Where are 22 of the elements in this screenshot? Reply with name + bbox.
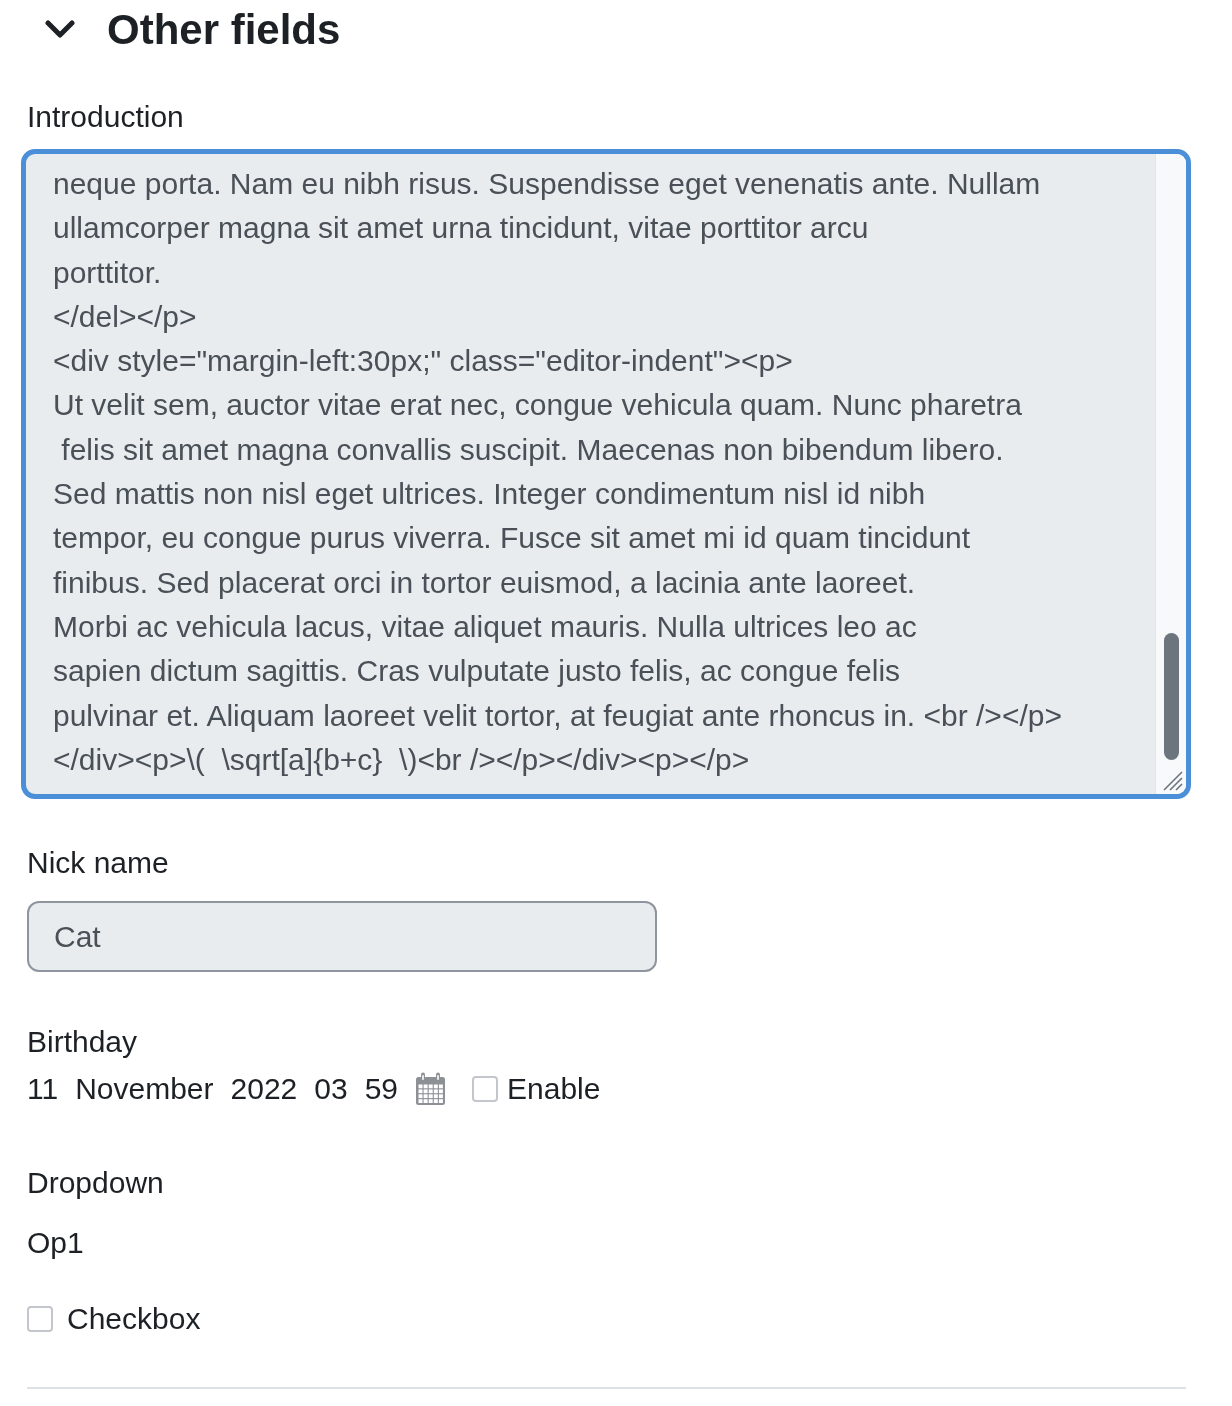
- field-label: Introduction: [27, 99, 184, 135]
- input-field[interactable]: Cat: [27, 901, 657, 972]
- field-label: Birthday: [27, 1024, 138, 1060]
- textarea-field[interactable]: [21, 149, 1191, 799]
- checkbox-label: Checkbox: [67, 1301, 201, 1337]
- calendar-icon[interactable]: [415, 1072, 447, 1106]
- scrollbar-track[interactable]: [1155, 154, 1186, 794]
- scrollbar-thumb[interactable]: [1163, 633, 1179, 760]
- date-part[interactable]: 03: [314, 1068, 348, 1110]
- date-part[interactable]: November: [75, 1068, 214, 1110]
- date-part[interactable]: 59: [364, 1068, 399, 1110]
- checkbox[interactable]: [472, 1076, 499, 1102]
- date-part[interactable]: 2022: [230, 1068, 298, 1110]
- field-label: Dropdown: [27, 1165, 164, 1201]
- checkbox[interactable]: [27, 1306, 53, 1332]
- chevron-down-icon[interactable]: [45, 20, 75, 40]
- textarea-text: neque porta. Nam eu nibh risus. Suspendisse eget venenatis ante. Nullam ullamcorper magna sit amet urna tincidunt, vitae porttitor arcu porttitor. </del></p> <div style="margin-left:30px;" class="editor-indent"><p> Ut velit sem, auctor vitae erat nec, congue vehicula quam. Nunc pharetra felis sit amet magna convallis suscipit. Maecenas non bibendum libero. Sed mattis non nisl eget ultrices. Integer condimentum nisl id nibh tempor, eu congue purus viverra. Fusce sit amet mi id quam tincidunt finibus. Sed placerat orci in tortor euismod, a lacinia ante laoreet. Morbi ac vehicula lacus, vitae aliquet mauris. Nulla ultrices leo ac sapien dictum sagittis. Cras vulputate justo felis, ac congue felis pulvinar et. Aliquam laoreet velit tortor, at feugiat ante rhoncus in. <br /></p> </div><p>\( \sqrt[a]{b+c} \)<br /></p></div><p></p>: [52, 166, 1063, 778]
- section-heading: Other fields: [107, 5, 341, 55]
- field-label: Nick name: [27, 845, 169, 881]
- dropdown-value: Op1: [27, 1225, 84, 1261]
- checkbox-label: Enable: [507, 1071, 601, 1107]
- date-part[interactable]: 11: [27, 1068, 59, 1110]
